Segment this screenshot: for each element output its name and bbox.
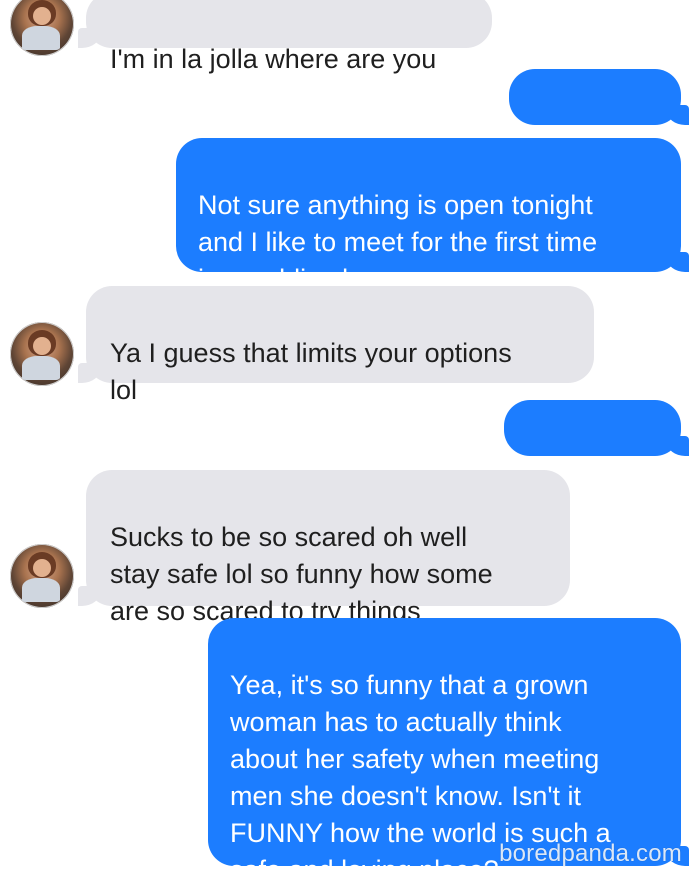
outgoing-message-2[interactable]: Not sure anything is open tonight and I … — [176, 138, 689, 294]
message-text: Sucks to be so scared oh well stay safe … — [110, 522, 493, 626]
message-text: Ya I guess that limits your options lol — [110, 338, 512, 405]
outgoing-message-1[interactable]: Little Italy — [509, 69, 689, 151]
message-text: Not sure anything is open tonight and I … — [198, 190, 598, 294]
outgoing-message-4[interactable]: Yea, it's so funny that a grown woman ha… — [208, 618, 689, 885]
incoming-message-3[interactable]: Sucks to be so scared oh well stay safe … — [78, 470, 570, 626]
contact-avatar[interactable] — [10, 322, 74, 386]
contact-avatar[interactable] — [10, 544, 74, 608]
watermark: boredpanda.com — [499, 840, 682, 867]
contact-avatar[interactable] — [10, 0, 74, 56]
message-text: I'm in la jolla where are you — [110, 44, 437, 74]
incoming-message-1[interactable]: I'm in la jolla where are you — [78, 0, 492, 74]
outgoing-message-3[interactable]: A lil bit — [504, 400, 689, 514]
message-thread: I'm in la jolla where are you Little Ita… — [0, 0, 700, 885]
incoming-message-2[interactable]: Ya I guess that limits your options lol — [78, 286, 594, 405]
